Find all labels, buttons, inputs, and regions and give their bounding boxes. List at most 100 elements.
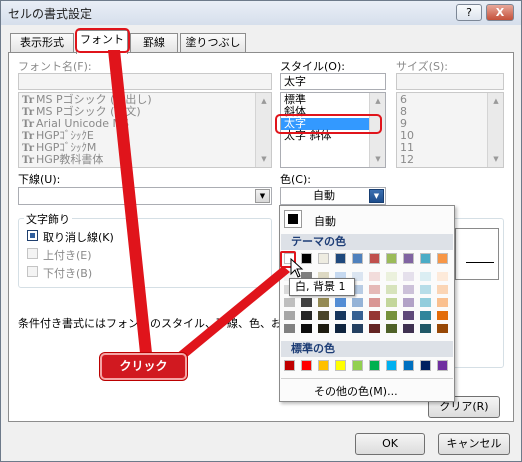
theme-shade-swatch[interactable] <box>420 311 431 320</box>
color-label: 色(C): <box>280 173 311 186</box>
theme-color-swatch[interactable] <box>369 253 380 264</box>
theme-shade-swatch[interactable] <box>352 298 363 307</box>
theme-shade-swatch[interactable] <box>386 324 397 333</box>
theme-shade-swatch[interactable] <box>369 298 380 307</box>
color-select[interactable]: 自動 ▼ <box>280 187 386 205</box>
size-list-scrollbar[interactable]: ▲ ▼ <box>487 93 503 167</box>
standard-color-swatch[interactable] <box>369 360 380 371</box>
font-name-list[interactable]: Tr MS Pゴシック (見出し) Tr MS Pゴシック (本文) Tr Arial… <box>18 92 272 168</box>
theme-shade-swatch[interactable] <box>284 298 295 307</box>
theme-shade-swatch[interactable] <box>420 298 431 307</box>
theme-shade-swatch[interactable] <box>420 272 431 281</box>
theme-shade-swatch[interactable] <box>437 285 448 294</box>
theme-shade-swatch[interactable] <box>437 311 448 320</box>
theme-color-swatch[interactable] <box>403 253 414 264</box>
chevron-down-icon[interactable]: ▼ <box>255 189 270 203</box>
subscript-label: 下付き(B) <box>43 267 93 280</box>
theme-shade-swatch[interactable] <box>386 298 397 307</box>
theme-shade-swatch[interactable] <box>352 311 363 320</box>
font-name-label: フォント名(F): <box>18 60 92 73</box>
theme-shade-swatch[interactable] <box>301 311 312 320</box>
font-item-label: HGP教科書体 <box>36 153 104 166</box>
theme-color-swatch[interactable] <box>386 253 397 264</box>
style-highlight-frame <box>275 114 382 134</box>
theme-shade-swatch[interactable] <box>386 311 397 320</box>
tab-fill[interactable]: 塗りつぶし <box>180 33 246 53</box>
truetype-icon: Tr <box>22 155 34 166</box>
scroll-up-icon[interactable]: ▲ <box>489 94 503 108</box>
theme-shade-swatch[interactable] <box>335 324 346 333</box>
theme-shade-swatch[interactable] <box>335 298 346 307</box>
theme-shade-swatch[interactable] <box>335 311 346 320</box>
theme-shade-swatch[interactable] <box>369 311 380 320</box>
mouse-cursor-icon <box>290 258 304 278</box>
theme-color-swatch[interactable] <box>335 253 346 264</box>
underline-label: 下線(U): <box>18 173 61 186</box>
auto-color-swatch[interactable] <box>284 210 302 228</box>
cancel-button[interactable]: キャンセル <box>438 433 510 455</box>
theme-shade-swatch[interactable] <box>301 324 312 333</box>
font-list-scrollbar[interactable]: ▲ ▼ <box>255 93 271 167</box>
scroll-down-icon[interactable]: ▼ <box>257 152 271 166</box>
theme-shade-swatch[interactable] <box>386 285 397 294</box>
tab-border[interactable]: 罫線 <box>130 33 178 53</box>
theme-shade-swatch[interactable] <box>301 298 312 307</box>
theme-shade-swatch[interactable] <box>437 272 448 281</box>
theme-shade-swatch[interactable] <box>318 324 329 333</box>
theme-color-swatch[interactable] <box>352 253 363 264</box>
theme-shade-swatch[interactable] <box>403 311 414 320</box>
theme-shade-swatch[interactable] <box>284 311 295 320</box>
scroll-down-icon[interactable]: ▼ <box>489 152 503 166</box>
list-item[interactable]: 12 <box>397 154 414 166</box>
standard-color-swatch[interactable] <box>335 360 346 371</box>
subscript-checkbox[interactable] <box>27 266 38 277</box>
close-button[interactable]: X <box>486 4 514 21</box>
standard-color-swatch[interactable] <box>301 360 312 371</box>
standard-color-swatch[interactable] <box>420 360 431 371</box>
standard-color-swatch[interactable] <box>352 360 363 371</box>
auto-color-option[interactable]: 自動 <box>314 213 336 229</box>
size-input[interactable] <box>396 73 504 90</box>
help-button[interactable]: ? <box>456 4 482 21</box>
scroll-down-icon[interactable]: ▼ <box>371 152 385 166</box>
list-item[interactable]: Tr HGP教科書体 <box>19 153 152 167</box>
theme-shade-swatch[interactable] <box>403 298 414 307</box>
superscript-checkbox[interactable] <box>27 248 38 259</box>
font-name-input[interactable] <box>18 73 272 90</box>
theme-shade-swatch[interactable] <box>369 324 380 333</box>
theme-color-swatch[interactable] <box>437 253 448 264</box>
chevron-down-icon[interactable]: ▼ <box>369 189 384 203</box>
theme-shade-swatch[interactable] <box>284 324 295 333</box>
theme-shade-swatch[interactable] <box>369 272 380 281</box>
theme-color-swatch[interactable] <box>420 253 431 264</box>
theme-shade-swatch[interactable] <box>318 298 329 307</box>
theme-shade-swatch[interactable] <box>386 272 397 281</box>
theme-shade-swatch[interactable] <box>403 285 414 294</box>
scroll-up-icon[interactable]: ▲ <box>257 94 271 108</box>
theme-shade-swatch[interactable] <box>437 324 448 333</box>
scroll-up-icon[interactable]: ▲ <box>371 94 385 108</box>
theme-shade-swatch[interactable] <box>420 324 431 333</box>
standard-colors-header: 標準の色 <box>281 341 453 357</box>
standard-color-swatch[interactable] <box>403 360 414 371</box>
theme-shade-swatch[interactable] <box>352 324 363 333</box>
theme-shade-swatch[interactable] <box>318 311 329 320</box>
theme-shade-swatch[interactable] <box>420 285 431 294</box>
dialog-title: セルの書式設定 <box>8 7 93 21</box>
underline-select[interactable]: ▼ <box>18 187 272 205</box>
theme-shade-swatch[interactable] <box>369 285 380 294</box>
standard-color-swatch[interactable] <box>318 360 329 371</box>
theme-shade-swatch[interactable] <box>403 324 414 333</box>
standard-color-swatch[interactable] <box>437 360 448 371</box>
theme-shade-swatch[interactable] <box>437 298 448 307</box>
tab-number-format[interactable]: 表示形式 <box>10 33 74 53</box>
strikethrough-checkbox[interactable] <box>27 230 38 241</box>
ok-button[interactable]: OK <box>355 433 425 455</box>
theme-shade-swatch[interactable] <box>403 272 414 281</box>
standard-color-swatch[interactable] <box>284 360 295 371</box>
size-list[interactable]: 6 8 9 10 11 12 ▲ ▼ <box>396 92 504 168</box>
more-colors-option[interactable]: その他の色(M)... <box>314 383 398 399</box>
standard-color-swatch[interactable] <box>386 360 397 371</box>
theme-color-swatch[interactable] <box>318 253 329 264</box>
style-input[interactable]: 太字 <box>280 73 386 90</box>
